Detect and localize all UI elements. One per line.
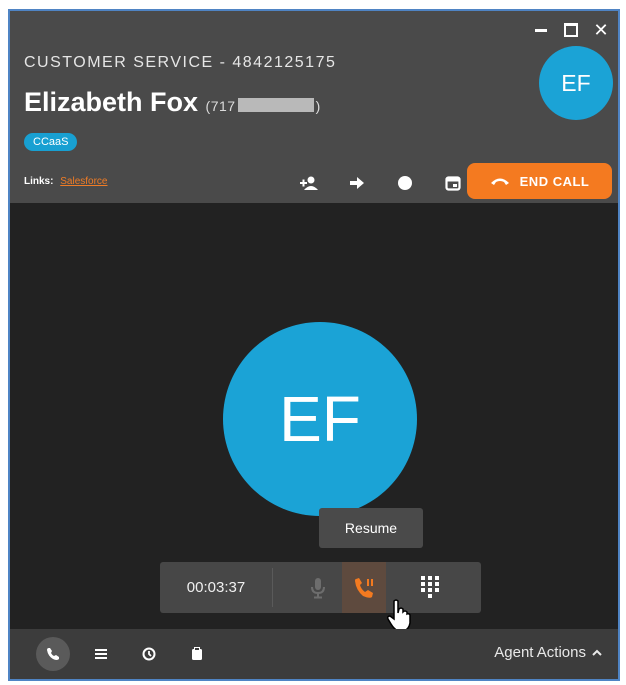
links-row: Links: Salesforce bbox=[24, 176, 107, 187]
transfer-arrow-icon bbox=[350, 177, 364, 189]
queue-tag: CCaaS bbox=[24, 133, 78, 151]
agent-actions-menu[interactable]: Agent Actions bbox=[494, 644, 602, 661]
caller-avatar: EF bbox=[539, 46, 613, 120]
end-call-label: END CALL bbox=[519, 173, 590, 189]
close-icon: ✕ bbox=[593, 20, 609, 40]
schedule-button[interactable] bbox=[439, 169, 467, 197]
maximize-button[interactable] bbox=[562, 21, 580, 39]
caller-avatar-large: EF bbox=[223, 322, 417, 516]
list-tab[interactable] bbox=[84, 637, 118, 671]
add-user-icon bbox=[300, 176, 318, 190]
softphone-window: ✕ CUSTOMER SERVICE - 4842125175 Elizabet… bbox=[8, 9, 620, 681]
chevron-up-icon bbox=[592, 649, 602, 656]
salesforce-link[interactable]: Salesforce bbox=[60, 176, 107, 187]
caller-phone: (717) bbox=[206, 98, 321, 114]
list-icon bbox=[95, 649, 107, 659]
hang-up-icon bbox=[490, 178, 509, 185]
call-action-icons bbox=[295, 169, 467, 197]
pointer-cursor-icon bbox=[387, 599, 411, 632]
resume-button[interactable] bbox=[342, 562, 386, 613]
caller-phone-suffix: ) bbox=[315, 98, 321, 114]
call-control-bar: 00:03:37 bbox=[160, 562, 481, 613]
dialpad-button[interactable] bbox=[408, 562, 452, 613]
caller-name: Elizabeth Fox bbox=[24, 87, 199, 117]
phone-redaction bbox=[237, 98, 314, 112]
history-icon bbox=[142, 647, 156, 661]
minimize-icon bbox=[535, 28, 547, 32]
transfer-button[interactable] bbox=[343, 169, 371, 197]
clipboard-tab[interactable] bbox=[180, 637, 214, 671]
phone-tab[interactable] bbox=[36, 637, 70, 671]
record-button[interactable] bbox=[391, 169, 419, 197]
dialpad-icon bbox=[421, 575, 439, 598]
history-tab[interactable] bbox=[132, 637, 166, 671]
bar-divider bbox=[272, 568, 273, 607]
circle-icon bbox=[398, 176, 412, 190]
hold-resume-icon bbox=[355, 577, 373, 598]
minimize-button[interactable] bbox=[532, 21, 550, 39]
links-label: Links: bbox=[24, 176, 54, 187]
calendar-icon bbox=[445, 176, 461, 191]
close-button[interactable]: ✕ bbox=[592, 21, 610, 39]
agent-actions-label: Agent Actions bbox=[494, 644, 586, 661]
call-timer: 00:03:37 bbox=[186, 579, 246, 596]
maximize-icon bbox=[564, 23, 578, 37]
clipboard-icon bbox=[192, 647, 202, 660]
call-header: ✕ CUSTOMER SERVICE - 4842125175 Elizabet… bbox=[10, 11, 618, 203]
microphone-icon bbox=[311, 577, 325, 598]
caller-heading: Elizabeth Fox (717) bbox=[24, 87, 321, 118]
footer-icons bbox=[36, 637, 214, 671]
resume-tooltip: Resume bbox=[319, 508, 423, 548]
queue-title: CUSTOMER SERVICE - 4842125175 bbox=[24, 54, 337, 71]
phone-icon bbox=[47, 648, 59, 660]
add-participant-button[interactable] bbox=[295, 169, 323, 197]
caller-phone-prefix: (717 bbox=[205, 98, 236, 114]
mute-button[interactable] bbox=[296, 562, 340, 613]
footer-bar: Agent Actions bbox=[10, 629, 618, 679]
end-call-button[interactable]: END CALL bbox=[467, 163, 612, 199]
window-controls: ✕ bbox=[532, 21, 610, 39]
